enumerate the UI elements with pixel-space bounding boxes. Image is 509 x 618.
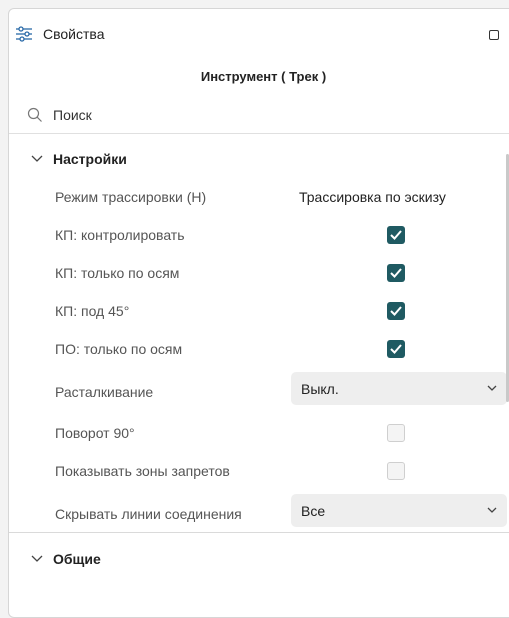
- search-icon: [27, 107, 42, 122]
- setting-label: КП: под 45°: [55, 303, 130, 319]
- tool-title: Инструмент ( Трек ): [200, 69, 327, 84]
- properties-sliders-icon: [16, 26, 32, 42]
- rotate-90-checkbox[interactable]: [387, 424, 405, 442]
- setting-label: ПО: только по осям: [55, 341, 183, 357]
- setting-row-rotate-90: Поворот 90°: [9, 415, 509, 453]
- select-value: Все: [301, 503, 326, 519]
- panel-header: Свойства: [9, 9, 509, 55]
- restore-window-icon[interactable]: [489, 30, 499, 40]
- kp-control-checkbox[interactable]: [387, 226, 405, 244]
- setting-label: КП: только по осям: [55, 265, 180, 281]
- checkmark-icon: [390, 344, 402, 354]
- select-value: Выкл.: [301, 381, 339, 397]
- setting-label: КП: контролировать: [55, 227, 185, 243]
- kp-45-checkbox[interactable]: [387, 302, 405, 320]
- chevron-down-icon: [31, 555, 43, 562]
- setting-row-kp-control: КП: контролировать: [9, 217, 509, 255]
- setting-label: Поворот 90°: [55, 425, 135, 441]
- setting-label: Скрывать линии соединения: [55, 506, 242, 522]
- trace-mode-value[interactable]: Трассировка по эскизу: [299, 189, 446, 205]
- setting-label: Режим трассировки (H): [55, 189, 207, 205]
- search-bar: [9, 97, 509, 134]
- panel-title: Свойства: [43, 26, 105, 42]
- checkmark-icon: [390, 268, 402, 278]
- chevron-down-icon: [487, 385, 497, 391]
- section-label: Настройки: [53, 151, 127, 167]
- checkmark-icon: [390, 230, 402, 240]
- setting-row-keepout-zones: Показывать зоны запретов: [9, 453, 509, 491]
- setting-row-kp-axes: КП: только по осям: [9, 255, 509, 293]
- keepout-zones-checkbox[interactable]: [387, 462, 405, 480]
- search-input[interactable]: [53, 106, 473, 124]
- po-axes-checkbox[interactable]: [387, 340, 405, 358]
- setting-label: Расталкивание: [55, 384, 154, 400]
- chevron-down-icon: [487, 507, 497, 513]
- hide-ratsnest-select[interactable]: Все: [291, 494, 507, 527]
- setting-row-kp-45: КП: под 45°: [9, 293, 509, 331]
- section-label: Общие: [53, 551, 101, 567]
- checkmark-icon: [390, 306, 402, 316]
- chevron-down-icon: [31, 155, 43, 162]
- setting-row-push: Расталкивание Выкл.: [9, 372, 509, 410]
- kp-axes-checkbox[interactable]: [387, 264, 405, 282]
- push-select[interactable]: Выкл.: [291, 372, 507, 405]
- setting-label: Показывать зоны запретов: [55, 463, 230, 479]
- setting-row-hide-ratsnest: Скрывать линии соединения Все: [9, 494, 509, 532]
- section-divider: [9, 532, 509, 533]
- properties-panel: Свойства Инструмент ( Трек ) Настройки Р…: [8, 8, 509, 618]
- setting-row-trace-mode: Режим трассировки (H) Трассировка по эск…: [9, 179, 509, 217]
- setting-row-po-axes: ПО: только по осям: [9, 331, 509, 369]
